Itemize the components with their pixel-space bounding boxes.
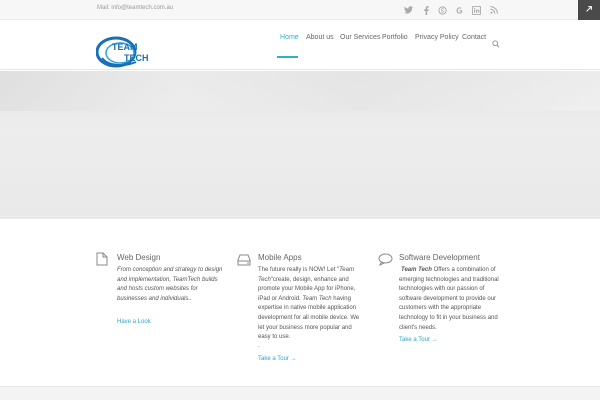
software-development-text: Team Tech Offers a combination of emergi…: [399, 267, 499, 331]
nav-portfolio[interactable]: Portfolio: [382, 34, 408, 41]
contact-mail[interactable]: Mail: info@teamtech.com.au: [97, 5, 173, 11]
skype-icon[interactable]: [436, 4, 448, 16]
nav-contact[interactable]: Contact: [462, 34, 486, 41]
nav-privacy-policy[interactable]: Privacy Policy: [415, 34, 459, 41]
footer-strip: [0, 386, 600, 400]
linkedin-icon[interactable]: [470, 4, 482, 16]
facebook-icon[interactable]: [420, 4, 432, 16]
device-icon: [237, 253, 251, 267]
mobile-apps-title: Mobile Apps: [258, 253, 302, 262]
rss-icon[interactable]: [488, 4, 500, 16]
mobile-apps-dot: .: [258, 343, 260, 349]
logo-text-team: TEAM: [112, 42, 138, 52]
have-a-look-link[interactable]: Have a Look: [117, 319, 151, 325]
nav-home[interactable]: Home: [280, 34, 299, 41]
expand-corner-icon[interactable]: [578, 0, 600, 20]
document-icon: [96, 252, 110, 266]
team-tech-logo[interactable]: TEAM TECH: [95, 34, 160, 68]
mobile-apps-text: The future really is NOW! Let "Team Tech…: [258, 267, 360, 341]
search-icon[interactable]: [492, 35, 500, 48]
google-plus-icon[interactable]: [453, 4, 465, 16]
twitter-icon[interactable]: [402, 4, 414, 16]
speech-bubble-icon: [378, 253, 393, 267]
top-bar: Mail: info@teamtech.com.au: [0, 0, 600, 20]
web-design-title: Web Design: [117, 253, 161, 262]
active-nav-indicator: [277, 56, 298, 58]
logo-text-tech: TECH: [124, 53, 149, 63]
software-development-title: Software Development: [399, 253, 480, 262]
web-design-text: From conception and strategy to design a…: [117, 267, 223, 302]
software-take-a-tour-link[interactable]: Take a Tour →: [399, 337, 438, 343]
hero-banner: [0, 71, 600, 219]
hero-band: [0, 71, 600, 111]
site-header: TEAM TECH Home About us Our Services Por…: [0, 20, 600, 70]
nav-our-services[interactable]: Our Services: [340, 34, 380, 41]
nav-about-us[interactable]: About us: [306, 34, 334, 41]
mobile-take-a-tour-link[interactable]: Take a Tour →: [258, 356, 297, 362]
